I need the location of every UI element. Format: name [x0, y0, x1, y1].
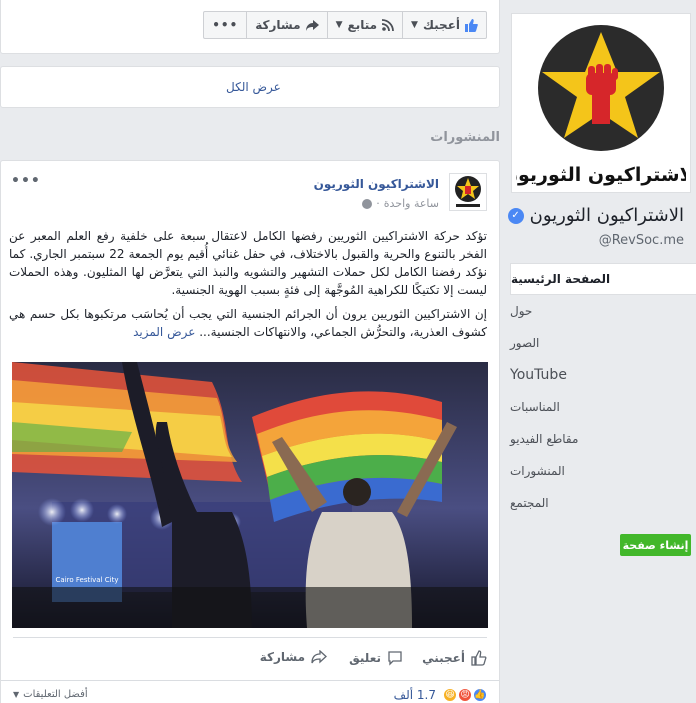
- more-options-button[interactable]: •••: [203, 11, 248, 39]
- like-page-button[interactable]: ▼ أعجبك: [403, 11, 487, 39]
- page-actions-group: ••• مشاركة ▼ متابع ▼ أعجبك: [203, 11, 487, 39]
- revsoc-logo-icon: [455, 176, 481, 207]
- share-arrow-icon: [305, 19, 319, 31]
- logo-text: الاشتراكيون الثوريون: [516, 164, 686, 186]
- caret-down-icon: ▼: [13, 690, 20, 699]
- comment-action-label: تعليق: [349, 651, 381, 665]
- share-arrow-icon: [311, 650, 327, 664]
- post-author-avatar[interactable]: [449, 173, 487, 211]
- share-button[interactable]: مشاركة: [247, 11, 328, 39]
- create-page-button[interactable]: إنشاء صفحة: [620, 534, 691, 556]
- post-paragraph-2: إن الاشتراكيين الثوريين يرون أن الجرائم …: [9, 305, 487, 341]
- chevron-down-icon: ▼: [411, 20, 418, 30]
- revsoc-logo-icon: الاشتراكيون الثوريون: [502, 25, 696, 186]
- sidebar-item-photos[interactable]: الصور: [510, 327, 696, 359]
- thumbs-up-icon: [471, 650, 487, 666]
- post-options-button[interactable]: •••: [11, 173, 41, 189]
- posts-section-title: المنشورات: [430, 130, 500, 145]
- post-body: تؤكد حركة الاشتراكيين الثوريين رفضها الك…: [9, 227, 487, 341]
- like-reaction-icon: 👍: [473, 688, 487, 702]
- page-actions-card: ••• مشاركة ▼ متابع ▼ أعجبك: [0, 0, 500, 54]
- sidebar-nav: الصفحة الرئيسية حول الصور YouTube المناس…: [510, 263, 696, 519]
- rss-icon: [382, 19, 394, 31]
- post-page-name[interactable]: الاشتراكيون الثوريون: [314, 177, 439, 191]
- divider: [1, 680, 499, 681]
- page-handle[interactable]: @RevSoc.me: [599, 233, 684, 248]
- comment-icon: [388, 651, 402, 666]
- sidebar-item-home[interactable]: الصفحة الرئيسية: [510, 263, 696, 295]
- concert-rainbow-flag-image: Cairo Festival City: [12, 362, 488, 628]
- comment-sort-dropdown[interactable]: أفضل التعليقات ▼: [13, 689, 88, 700]
- sidebar-item-about[interactable]: حول: [510, 295, 696, 327]
- sidebar-item-youtube[interactable]: YouTube: [510, 359, 696, 391]
- chevron-down-icon: ▼: [335, 20, 343, 30]
- thumbs-up-icon: [465, 18, 478, 32]
- post-time-text: ساعة واحدة: [383, 197, 439, 210]
- sidebar-item-videos[interactable]: مقاطع الفيديو: [510, 423, 696, 455]
- follow-button[interactable]: ▼ متابع: [327, 11, 404, 39]
- see-all-card: عرض الكل: [0, 66, 500, 108]
- share-post-button[interactable]: مشاركة: [260, 650, 327, 664]
- like-post-button[interactable]: أعجبني: [422, 650, 487, 666]
- follow-label: متابع: [347, 18, 378, 32]
- sidebar-item-events[interactable]: المناسبات: [510, 391, 696, 423]
- share-action-label: مشاركة: [259, 650, 305, 664]
- like-page-label: أعجبك: [422, 18, 460, 32]
- time-separator: ·: [376, 197, 380, 210]
- verified-badge-icon: ✓: [507, 207, 524, 224]
- post-actions: أعجبني تعليق مشاركة: [1, 641, 499, 677]
- reactions-count: 1.7 ألف: [393, 688, 436, 702]
- post-paragraph-2-text: إن الاشتراكيين الثوريين يرون أن الجرائم …: [9, 307, 487, 339]
- comment-sort-label: أفضل التعليقات: [23, 689, 88, 700]
- divider: [13, 637, 487, 638]
- sidebar-item-posts[interactable]: المنشورات: [510, 455, 696, 487]
- comment-button[interactable]: تعليق: [349, 650, 403, 666]
- sidebar-item-community[interactable]: المجتمع: [510, 487, 696, 519]
- like-action-label: أعجبني: [422, 651, 465, 665]
- see-more-link[interactable]: عرض المزيد: [133, 325, 195, 339]
- haha-reaction-icon: 😆: [443, 688, 457, 702]
- post-photo[interactable]: Cairo Festival City: [12, 362, 488, 628]
- page-title: الاشتراكيون الثوريون ✓: [507, 205, 684, 226]
- see-all-link[interactable]: عرض الكل: [226, 80, 281, 94]
- globe-icon: [362, 198, 373, 209]
- post-paragraph-1: تؤكد حركة الاشتراكيين الثوريين رفضها الك…: [9, 229, 487, 297]
- profile-picture[interactable]: الاشتراكيون الثوريون: [502, 13, 696, 193]
- photo-sign-text: Cairo Festival City: [56, 576, 119, 584]
- reactions-summary[interactable]: 👍 😡 😆 1.7 ألف: [394, 688, 487, 702]
- share-label: مشاركة: [255, 18, 301, 32]
- post-card: ••• الاشتراكيون الثوريون ساعة واحدة · تؤ…: [0, 160, 500, 703]
- post-timestamp[interactable]: ساعة واحدة ·: [362, 197, 439, 210]
- page-title-text: الاشتراكيون الثوريون: [529, 205, 684, 226]
- angry-reaction-icon: 😡: [458, 688, 472, 702]
